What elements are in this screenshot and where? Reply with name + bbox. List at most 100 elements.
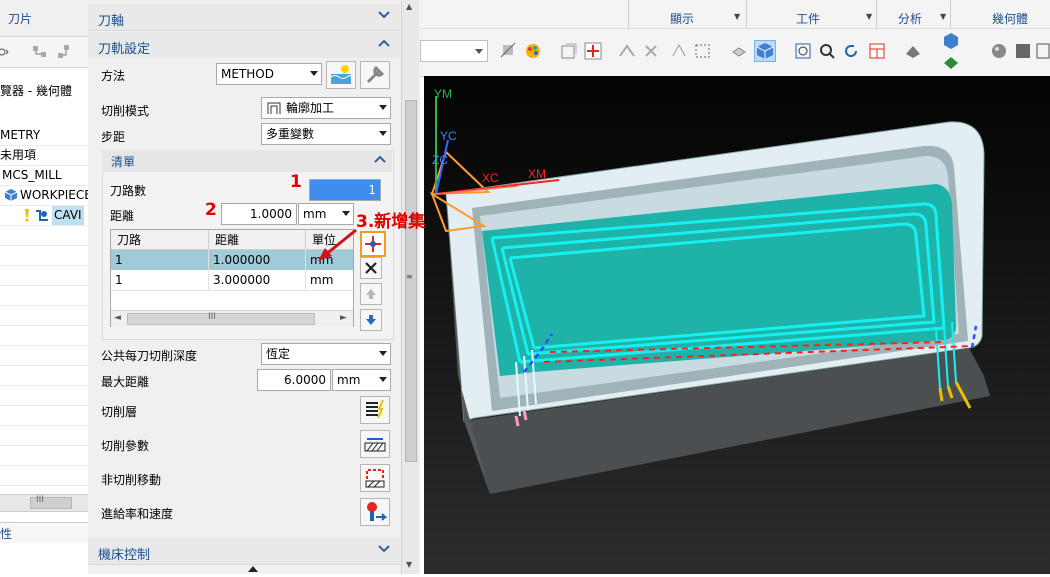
cut-parameters-button[interactable] — [360, 430, 390, 458]
distance-input[interactable]: 1.0000 — [221, 203, 297, 225]
list-item — [0, 426, 88, 446]
tool-axis-section-title: 刀軸 — [98, 14, 125, 29]
chevron-up-icon[interactable] — [374, 152, 386, 166]
shaded-view-icon[interactable] — [754, 40, 776, 62]
display-method-button[interactable] — [360, 61, 390, 89]
warning-icon — [22, 208, 32, 222]
layout-icon[interactable] — [868, 42, 886, 60]
list-item — [0, 306, 88, 326]
cut-parameters-label: 切削參數 — [101, 439, 150, 453]
list-item — [0, 226, 88, 246]
add-point-icon[interactable] — [584, 42, 602, 60]
non-cutting-moves-button[interactable] — [360, 464, 390, 492]
dialog-vertical-scrollbar[interactable]: ≡ ▲ ▼ — [401, 0, 419, 574]
machine-control-section-title: 機床控制 — [98, 548, 151, 563]
list-item[interactable]: MCS_MILL — [0, 166, 88, 186]
fit-view-icon[interactable] — [794, 42, 812, 60]
color-palette-icon[interactable] — [524, 42, 542, 60]
workpiece-cube-icon[interactable] — [942, 32, 960, 50]
ribbon-group-analysis[interactable]: 分析 — [898, 10, 922, 27]
machine-view-icon[interactable] — [56, 44, 74, 60]
distance-unit-select[interactable]: mm — [298, 203, 354, 225]
box-select-icon[interactable] — [694, 42, 712, 60]
feeds-speeds-button[interactable] — [360, 498, 390, 526]
sphere-icon[interactable] — [990, 42, 1008, 60]
ribbon-group-workpiece[interactable]: 工件 — [796, 10, 820, 27]
distance-label: 距離 — [110, 209, 135, 223]
non-cutting-moves-icon — [365, 469, 385, 488]
hide-icon[interactable] — [730, 42, 748, 60]
operation-navigator: 刀片 覽器 - 幾何體 METRY 未用項 MCS_MILL WORKPIECE… — [0, 0, 89, 574]
edit-method-button[interactable] — [326, 61, 356, 89]
list-item[interactable]: WORKPIECE — [0, 186, 88, 206]
rotate-icon[interactable] — [670, 42, 688, 60]
max-distance-label: 最大距離 — [101, 375, 150, 389]
navigator-top-tab-label: 刀片 — [8, 12, 33, 26]
list-item — [0, 366, 88, 386]
path-settings-section[interactable]: 刀軌設定 — [88, 32, 400, 58]
add-set-button[interactable] — [360, 231, 386, 257]
view-icon[interactable] — [0, 46, 10, 58]
list-item — [0, 386, 88, 406]
geometry-view-icon[interactable] — [32, 44, 50, 60]
max-distance-unit-select[interactable]: mm — [332, 369, 391, 391]
refresh-icon[interactable] — [842, 42, 860, 60]
list-section-header[interactable]: 清單 — [102, 150, 392, 172]
ribbon-toolbar: 顯示 工件 分析 幾何體 ▼ ▼ ▼ — [420, 0, 1050, 77]
ribbon-group-display[interactable]: 顯示 — [670, 10, 694, 27]
zoom-icon[interactable] — [818, 42, 836, 60]
list-item[interactable]: CAVI — [0, 206, 88, 226]
resize-grip-icon[interactable] — [248, 566, 258, 572]
axis-label-zc: ZC — [432, 153, 448, 167]
geometry-edit-icon[interactable] — [942, 54, 960, 72]
arrow-down-icon — [366, 315, 376, 325]
cut-levels-button[interactable] — [360, 396, 390, 424]
details-panel-header[interactable]: 性 — [0, 522, 88, 543]
wireframe-view-icon[interactable] — [1036, 42, 1050, 60]
path-count-label: 刀路數 — [110, 184, 147, 198]
list-item[interactable]: 未用項 — [0, 146, 88, 166]
cut-levels-label: 切削層 — [101, 405, 138, 419]
remove-button[interactable] — [360, 257, 382, 279]
add-set-icon — [365, 236, 381, 252]
display-style-icon[interactable] — [904, 42, 922, 60]
snap-mid-icon[interactable] — [642, 42, 660, 60]
navigator-top-tab[interactable]: 刀片 — [0, 0, 88, 37]
ribbon-group-geometry[interactable]: 幾何體 — [992, 10, 1028, 27]
list-item[interactable]: METRY — [0, 126, 88, 146]
move-down-button[interactable] — [360, 309, 382, 331]
cavity-model-canvas: YM YC ZC XC XM — [424, 76, 1050, 574]
stepover-select[interactable]: 多重變數 — [261, 123, 391, 145]
table-horizontal-scrollbar[interactable]: ◄ III ► — [111, 310, 353, 327]
method-edit-icon — [330, 65, 352, 84]
path-count-input[interactable]: 1 — [309, 179, 381, 201]
snap-icon[interactable] — [500, 42, 518, 60]
snap-end-icon[interactable] — [618, 42, 636, 60]
tool-axis-section[interactable]: 刀軸 — [88, 4, 400, 31]
column-header-path[interactable]: 刀路 — [111, 230, 209, 250]
navigator-horizontal-scrollbar[interactable]: III — [0, 494, 88, 512]
profile-pattern-icon — [266, 101, 282, 115]
cut-parameters-icon — [364, 438, 386, 452]
table-row[interactable]: 1 3.000000 mm — [111, 270, 353, 291]
move-up-button[interactable] — [360, 283, 382, 305]
list-item — [0, 326, 88, 346]
solid-view-icon[interactable] — [1014, 42, 1032, 60]
chevron-down-icon[interactable] — [378, 8, 390, 22]
close-icon — [365, 262, 377, 274]
method-select[interactable]: METHOD — [216, 63, 322, 85]
column-header-distance[interactable]: 距離 — [209, 230, 306, 250]
selection-filter-icon[interactable] — [560, 42, 578, 60]
max-distance-input[interactable]: 6.0000 — [257, 369, 331, 391]
list-item — [0, 406, 88, 426]
list-section-title: 清單 — [111, 155, 136, 169]
graphics-viewport[interactable]: YM YC ZC XC XM — [424, 76, 1050, 574]
cut-pattern-select[interactable]: 輪廓加工 — [261, 97, 391, 119]
method-label: 方法 — [101, 69, 126, 83]
chevron-up-icon[interactable] — [378, 36, 390, 50]
axis-label-xc: XC — [482, 171, 499, 185]
filter-select[interactable] — [420, 40, 488, 62]
chevron-down-icon[interactable] — [378, 542, 390, 556]
machine-control-section[interactable]: 機床控制 — [88, 538, 400, 565]
common-depth-select[interactable]: 恆定 — [261, 343, 391, 365]
